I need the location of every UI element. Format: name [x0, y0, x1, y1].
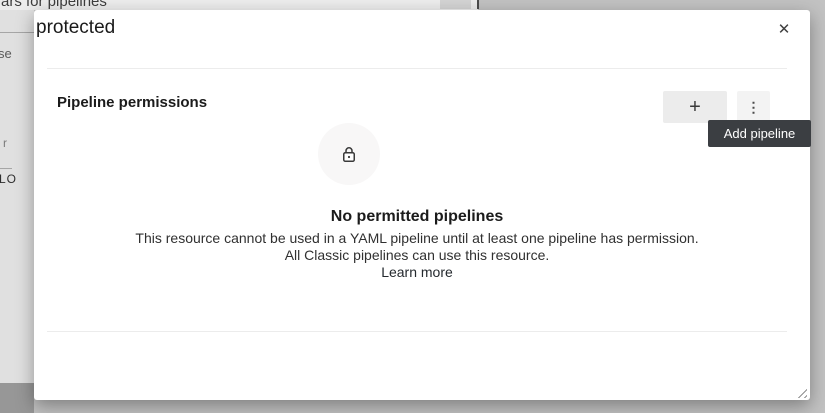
close-icon[interactable]: ✕ [774, 19, 794, 39]
background-text-fragment: r [3, 136, 7, 150]
background-divider-line [0, 32, 34, 33]
zero-data-illustration [318, 123, 380, 185]
lock-icon [338, 143, 360, 165]
zero-data-description-line2: All Classic pipelines can use this resou… [47, 247, 787, 263]
zero-data-description-line1: This resource cannot be used in a YAML p… [47, 230, 787, 246]
background-clipped-heading: ars for pipelines [1, 0, 107, 10]
background-dark-block [0, 383, 34, 413]
background-text-fragment: LO [0, 172, 17, 186]
background-divider-line [0, 168, 12, 169]
zero-data-heading: No permitted pipelines [47, 208, 787, 226]
background-vertical-divider [477, 0, 479, 9]
pipeline-permissions-dialog: protected ✕ Pipeline permissions + ⋮ No … [34, 10, 810, 400]
background-top-strip: ars for pipelines [0, 0, 478, 10]
dialog-title: protected [36, 17, 115, 39]
background-text-fragment: se [0, 46, 12, 61]
card-heading: Pipeline permissions [57, 94, 207, 111]
add-pipeline-button[interactable]: + [663, 91, 727, 123]
resize-grip-icon[interactable] [794, 385, 807, 398]
learn-more-link[interactable]: Learn more [47, 264, 787, 280]
add-pipeline-tooltip: Add pipeline [708, 120, 811, 147]
pipeline-permissions-card: Pipeline permissions + ⋮ No permitted pi… [47, 68, 787, 332]
background-toolbar-fragment [440, 0, 471, 9]
more-options-icon[interactable]: ⋮ [737, 91, 770, 123]
background-left-gutter: se r LO [0, 10, 34, 413]
